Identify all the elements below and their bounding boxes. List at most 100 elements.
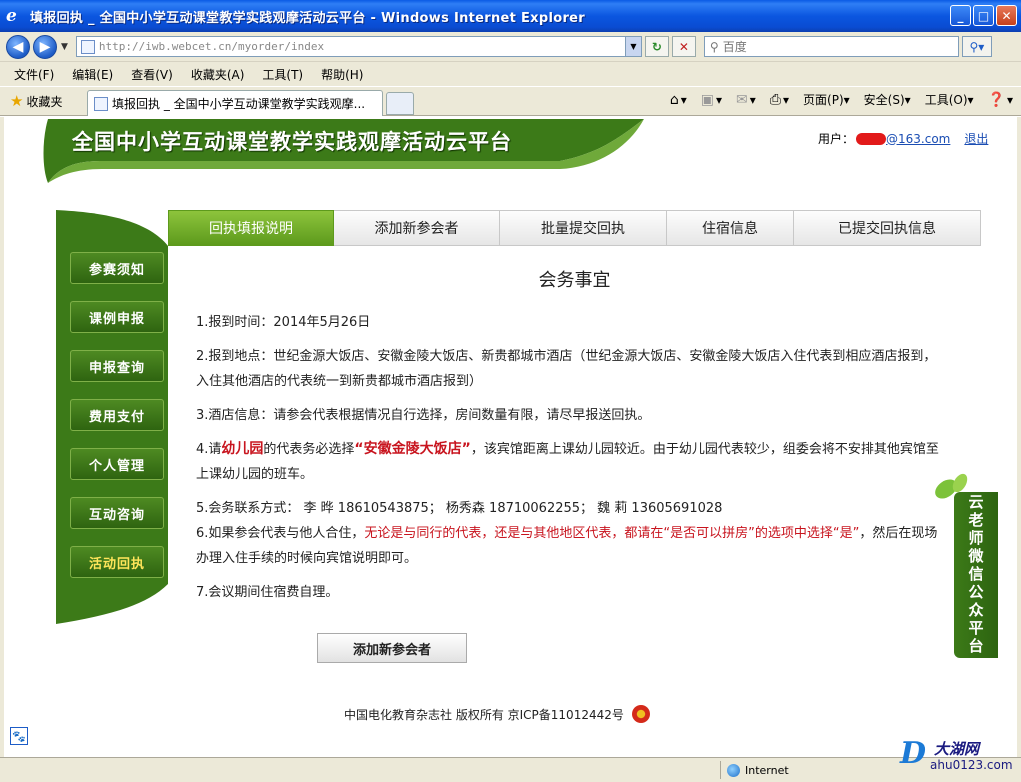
refresh-button[interactable]: ↻ <box>644 36 669 57</box>
new-tab-button[interactable] <box>386 92 414 115</box>
search-input[interactable]: ⚲ 百度 <box>703 36 959 57</box>
search-go-button[interactable]: ⚲▾ <box>961 36 992 57</box>
home-icon: ⌂ <box>669 91 679 108</box>
status-bar: Internet D 大湖网 ahu0123.com <box>0 736 1021 782</box>
history-dropdown-icon[interactable]: ▼ <box>61 42 68 52</box>
page-footer: 中国电化教育杂志社 版权所有 京ICP备11012442号 <box>344 705 650 723</box>
ie-logo-icon: e <box>6 6 17 26</box>
site-banner: 全国中小学互动课堂教学实践观摩活动云平台 <box>40 119 650 183</box>
police-emblem-icon <box>631 705 650 723</box>
favorites-label: 收藏夹 <box>26 94 63 109</box>
notice-item-5: 5.会务联系方式： 李 晔 18610543875； 杨秀森 187100622… <box>196 501 723 516</box>
site-watermark: D 大湖网 ahu0123.com <box>896 736 1018 780</box>
sidebar-item-receipt[interactable]: 活动回执 <box>70 546 164 578</box>
address-toolbar: ◀ ▶ ▼ http://iwb.webcet.cn/myorder/index… <box>0 32 1021 61</box>
window-titlebar: e 填报回执 _ 全国中小学互动课堂教学实践观摩活动云平台 - Windows … <box>0 0 1021 32</box>
page-viewport: 全国中小学互动课堂教学实践观摩活动云平台 用户： @163.com 退出 参赛须… <box>0 117 1021 757</box>
watermark-url: ahu0123.com <box>930 758 1013 772</box>
notice-item-4-part: 4.请 <box>196 442 222 457</box>
page-menu[interactable]: 页面(P) ▾ <box>803 91 850 108</box>
rss-icon: ▣ <box>700 91 714 108</box>
tab-lodging[interactable]: 住宿信息 <box>667 210 794 246</box>
url-text[interactable]: http://iwb.webcet.cn/myorder/index <box>99 40 625 53</box>
main-content: 会务事宜 1.报到时间：2014年5月26日 2.报到地点：世纪金源大饭店、安徽… <box>168 246 981 614</box>
page-icon <box>94 96 108 111</box>
page-menu-label: 页面(P) <box>803 93 844 107</box>
tab-batch-submit[interactable]: 批量提交回执 <box>500 210 667 246</box>
user-label: 用户： <box>818 132 855 146</box>
notice-item-4-part: 的代表务必选择 <box>263 442 355 457</box>
zone-label: Internet <box>745 763 789 777</box>
back-button[interactable]: ◀ <box>6 34 30 59</box>
user-email-link[interactable]: @163.com <box>886 132 950 146</box>
command-bar: ⌂ ▾ ▣ ▾ ✉ ▾ ⎙ ▾ 页面(P) ▾ 安全(S) ▾ 工具(O) ▾ ❓ ▾ <box>656 91 1013 108</box>
menu-edit[interactable]: 编辑(E) <box>72 66 113 83</box>
wechat-label: 云老师微信公众平台 <box>966 494 985 656</box>
star-icon: ★ <box>10 92 24 110</box>
paw-icon[interactable]: 🐾 <box>10 727 28 745</box>
hotel-highlight: “安徽金陵大饭店” <box>354 441 471 457</box>
user-info: 用户： @163.com 退出 <box>818 130 988 147</box>
security-zone: Internet <box>720 761 789 779</box>
footer-text: 中国电化教育杂志社 版权所有 京ICP备11012442号 <box>344 707 624 722</box>
content-tabs: 回执填报说明 添加新参会者 批量提交回执 住宿信息 已提交回执信息 <box>168 210 981 246</box>
close-button[interactable]: ✕ <box>996 5 1017 26</box>
sidebar-item-payment[interactable]: 费用支付 <box>70 399 164 431</box>
safety-menu[interactable]: 安全(S) ▾ <box>864 91 911 108</box>
notice-item-6: 6.如果参会代表与他人合住，无论是与同行的代表，还是与其他地区代表，都请在“是否… <box>196 521 947 571</box>
menu-bar: 文件(F) 编辑(E) 查看(V) 收藏夹(A) 工具(T) 帮助(H) <box>0 61 1021 86</box>
printer-icon: ⎙ <box>769 91 781 108</box>
globe-icon <box>727 763 740 777</box>
sidebar-item-submit-lesson[interactable]: 课例申报 <box>70 301 164 333</box>
wechat-platform-tab[interactable]: 云老师微信公众平台 <box>954 492 998 658</box>
menu-view[interactable]: 查看(V) <box>131 66 173 83</box>
help-icon: ❓ <box>987 91 1005 108</box>
mail-button[interactable]: ✉ ▾ <box>736 92 756 108</box>
notice-item-7: 7.会议期间住宿费自理。 <box>196 585 339 600</box>
notice-item-3: 3.酒店信息：请参会代表根据情况自行选择，房间数量有限，请尽早报送回执。 <box>196 408 651 423</box>
maximize-button[interactable]: □ <box>973 5 994 26</box>
page-icon <box>80 39 95 54</box>
sidebar: 参赛须知 课例申报 申报查询 费用支付 个人管理 互动咨询 活动回执 <box>56 210 168 624</box>
url-dropdown-icon[interactable]: ▼ <box>624 37 641 56</box>
sidebar-item-query[interactable]: 申报查询 <box>70 350 164 382</box>
mail-icon: ✉ <box>736 91 748 108</box>
menu-file[interactable]: 文件(F) <box>14 66 54 83</box>
minimize-button[interactable]: _ <box>950 5 971 26</box>
home-button[interactable]: ⌂ ▾ <box>670 92 687 108</box>
sidebar-item-account[interactable]: 个人管理 <box>70 448 164 480</box>
window-title: 填报回执 _ 全国中小学互动课堂教学实践观摩活动云平台 - Windows In… <box>30 10 586 26</box>
safety-menu-label: 安全(S) <box>863 93 905 107</box>
feeds-button[interactable]: ▣ ▾ <box>701 92 722 108</box>
sidebar-item-consult[interactable]: 互动咨询 <box>70 497 164 529</box>
tab-add-attendee[interactable]: 添加新参会者 <box>334 210 500 246</box>
stop-button[interactable]: ✕ <box>671 36 696 57</box>
menu-tools[interactable]: 工具(T) <box>262 66 303 83</box>
tab-receipt-instructions[interactable]: 回执填报说明 <box>168 210 334 246</box>
forward-button[interactable]: ▶ <box>33 34 57 59</box>
notice-item-2: 2.报到地点：世纪金源大饭店、安徽金陵大饭店、新贵都城市酒店（世纪金源大饭店、安… <box>196 349 937 389</box>
tab-submitted-receipts[interactable]: 已提交回执信息 <box>794 210 981 246</box>
tools-menu[interactable]: 工具(O) ▾ <box>925 91 974 108</box>
watermark-logo-icon: D <box>900 736 927 771</box>
page-heading: 会务事宜 <box>538 270 611 291</box>
menu-favorites[interactable]: 收藏夹(A) <box>191 66 245 83</box>
tools-menu-label: 工具(O) <box>924 93 968 107</box>
browser-tab-active[interactable]: 填报回执 _ 全国中小学互动课堂教学实践观摩... <box>87 90 383 116</box>
notice-item-1: 1.报到时间：2014年5月26日 <box>196 315 371 330</box>
favorites-bar: ★ 收藏夹 填报回执 _ 全国中小学互动课堂教学实践观摩... ⌂ ▾ ▣ ▾ ✉ ▾… <box>0 86 1021 116</box>
logout-link[interactable]: 退出 <box>964 130 988 147</box>
menu-help[interactable]: 帮助(H) <box>321 66 363 83</box>
address-field[interactable]: http://iwb.webcet.cn/myorder/index ▼ <box>75 36 642 57</box>
redacted-username <box>856 132 887 145</box>
add-attendee-button[interactable]: 添加新参会者 <box>317 633 467 663</box>
site-title: 全国中小学互动课堂教学实践观摩活动云平台 <box>72 130 512 154</box>
print-button[interactable]: ⎙ ▾ <box>770 92 789 108</box>
sidebar-item-rules[interactable]: 参赛须知 <box>70 252 164 284</box>
watermark-brand: 大湖网 <box>934 740 980 758</box>
search-icon: ⚲ <box>709 39 719 54</box>
favorites-button[interactable]: ★ 收藏夹 <box>10 92 62 110</box>
help-button[interactable]: ❓ ▾ <box>988 92 1013 108</box>
roommate-highlight: 无论是与同行的代表，还是与其他地区代表，都请在“是否可以拼房”的选项中选择“是” <box>364 526 860 541</box>
notice-item-6-part: 6.如果参会代表与他人合住， <box>196 526 365 541</box>
